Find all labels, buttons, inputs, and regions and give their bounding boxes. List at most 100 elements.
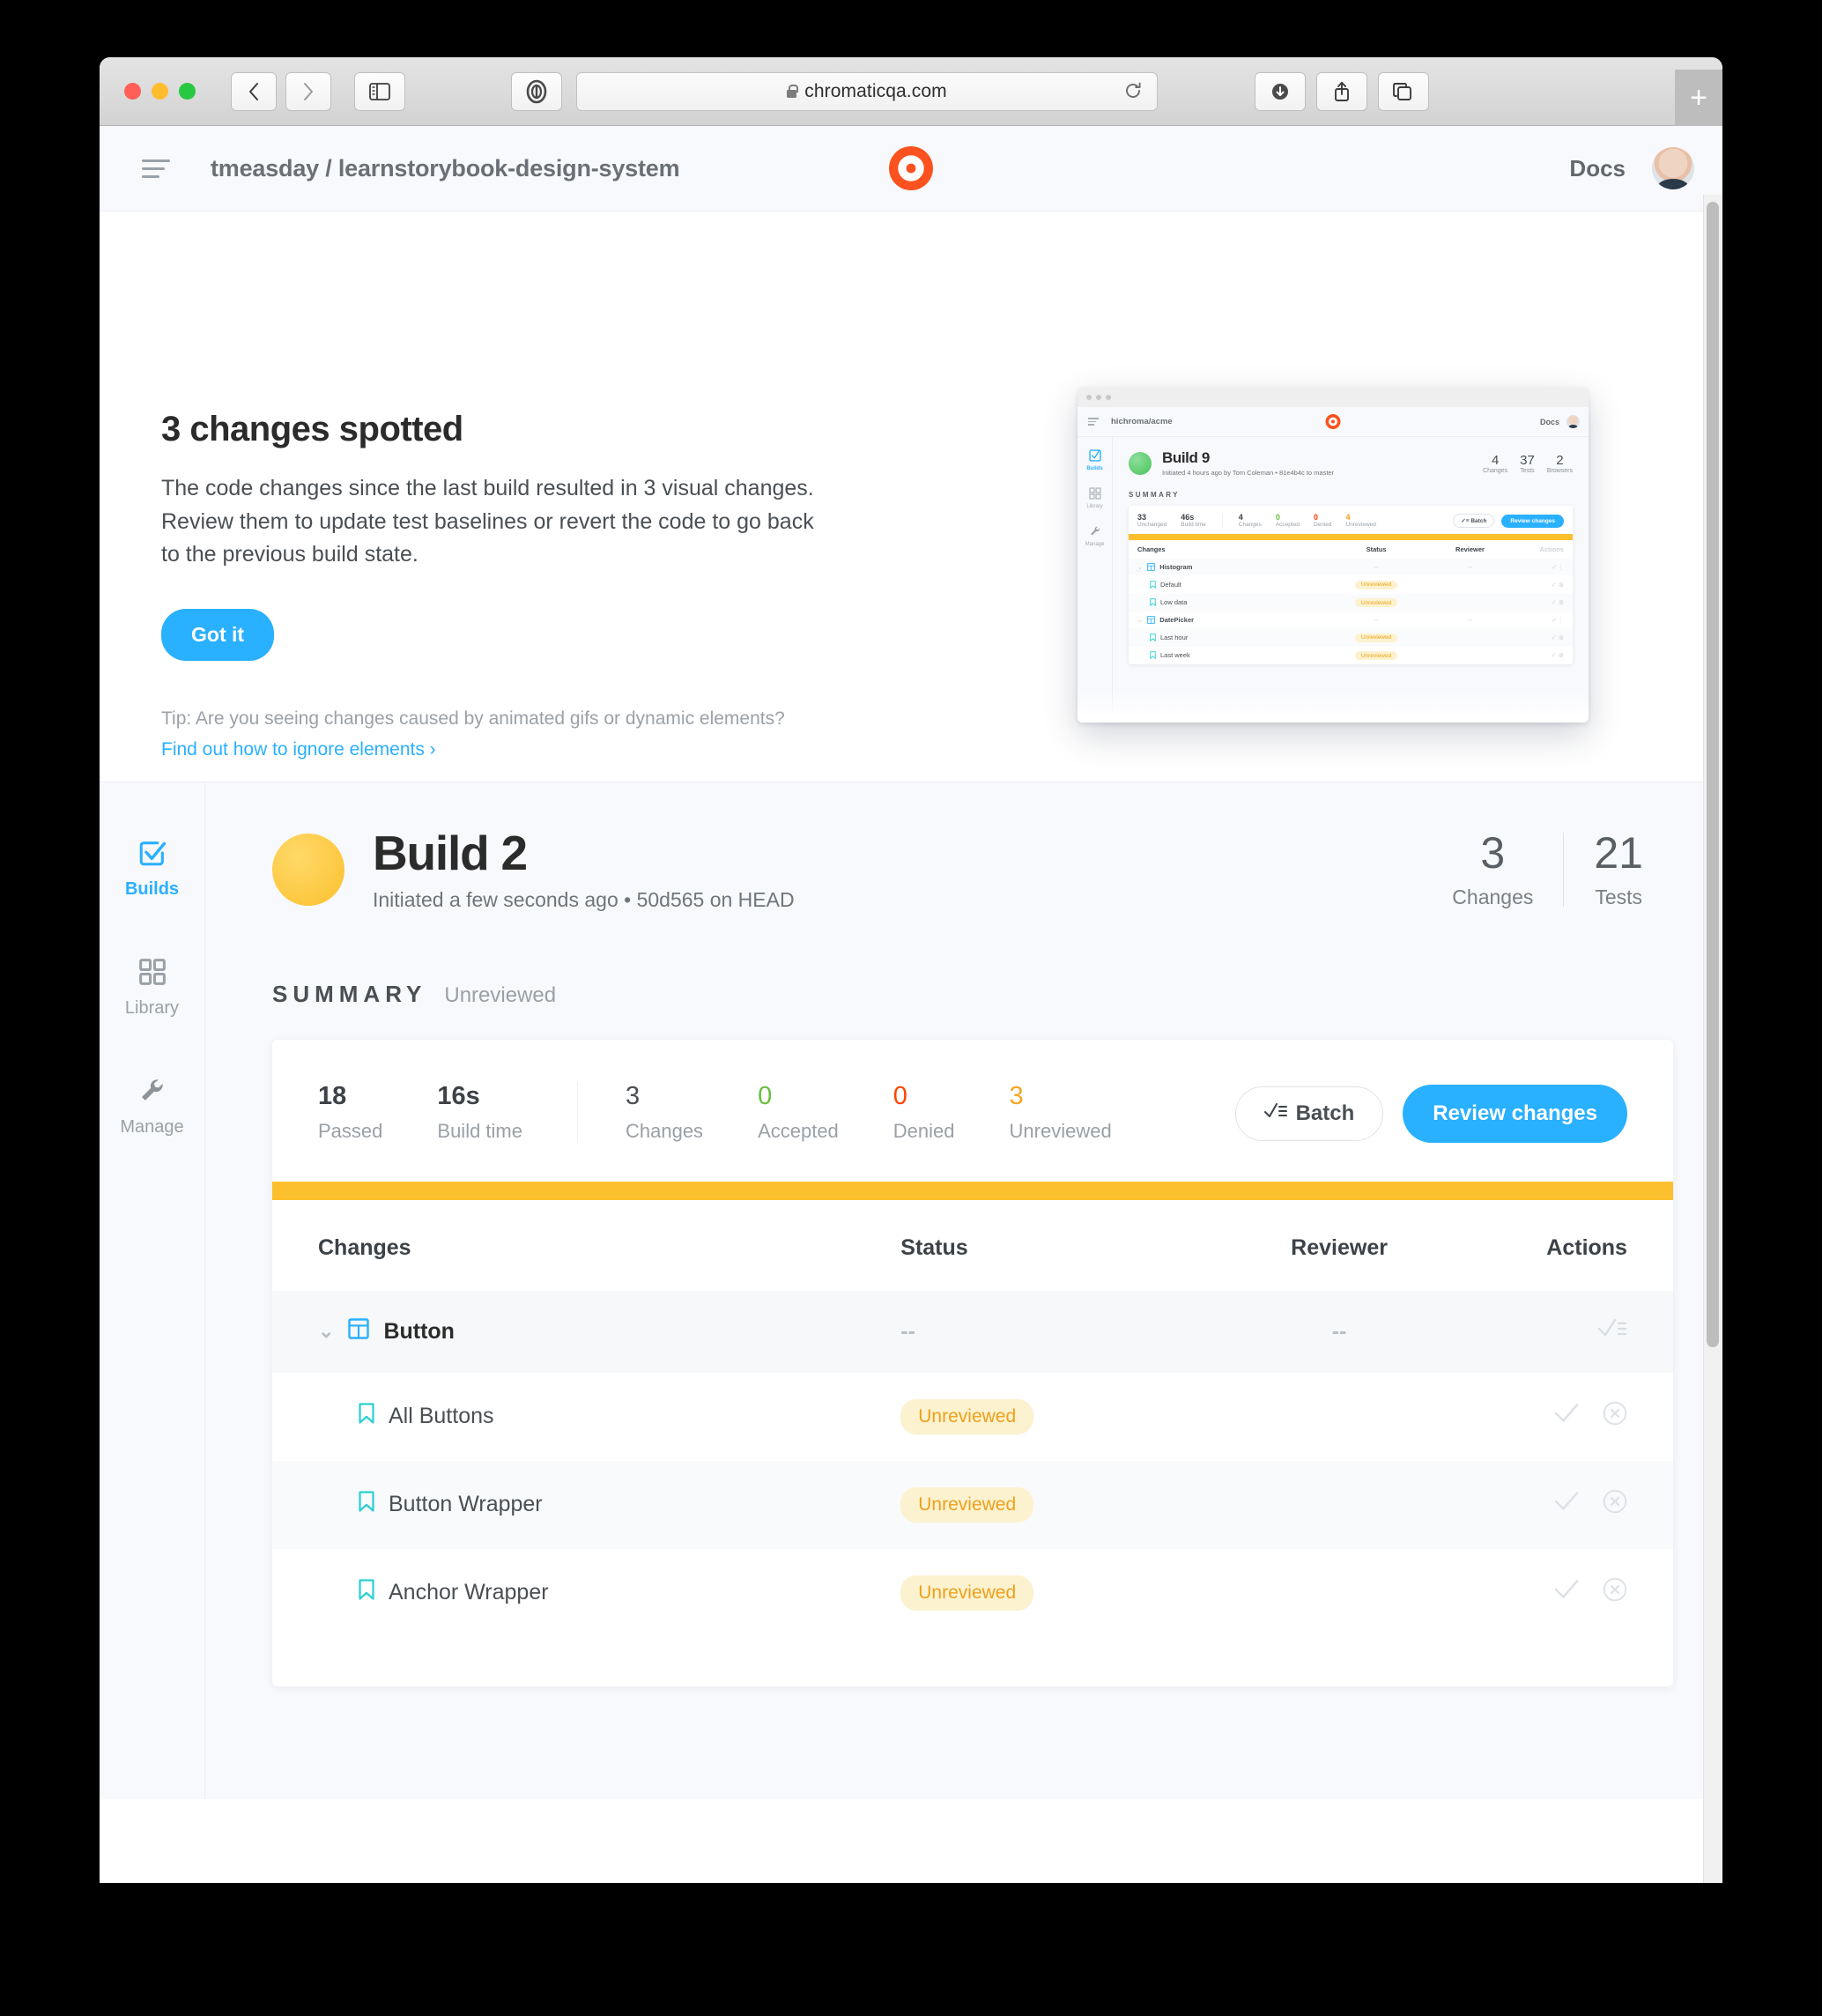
preview-app-header: hichroma/acme Docs bbox=[1078, 407, 1589, 437]
preview-sidebar: Builds Library Manage bbox=[1078, 437, 1113, 723]
deny-icon[interactable] bbox=[1603, 1401, 1627, 1432]
preview-header-right: Docs bbox=[1540, 415, 1580, 428]
row-name: Button bbox=[383, 1318, 455, 1344]
preview-row-name-cell: Last hour bbox=[1137, 634, 1325, 641]
summary-heading-text: SUMMARY bbox=[272, 980, 427, 1007]
deny-icon[interactable] bbox=[1603, 1489, 1627, 1520]
metric-value: 0 bbox=[892, 1081, 907, 1110]
column-header-changes: Changes bbox=[318, 1234, 411, 1260]
preview-build-stats: 4 Changes 37 Tests 2 Browsers bbox=[1483, 453, 1573, 474]
preview-batch-button: ✓≡ Batch bbox=[1453, 514, 1495, 528]
preview-col-reviewer: Reviewer bbox=[1455, 545, 1485, 553]
ignore-elements-link[interactable]: Find out how to ignore elements › bbox=[161, 736, 436, 764]
metric-value: 16s bbox=[437, 1081, 480, 1110]
metric-accepted: 0 Accepted bbox=[758, 1082, 839, 1143]
summary-state: Unreviewed bbox=[444, 982, 557, 1007]
sidebar-item-manage[interactable]: Manage bbox=[100, 1073, 204, 1138]
maximize-window-button[interactable] bbox=[179, 83, 196, 100]
window-controls bbox=[124, 83, 196, 100]
summary-metrics-row: 18 Passed 16s Build time 3 Changes 0 Acc… bbox=[272, 1040, 1673, 1182]
sidebar-item-builds[interactable]: Builds bbox=[100, 835, 204, 900]
sidebar-item-library[interactable]: Library bbox=[100, 954, 204, 1019]
app-viewport: tmeasday / learnstorybook-design-system bbox=[100, 126, 1722, 1883]
preview-table-row: Default Unreviewed ✓ ⊗ bbox=[1129, 575, 1573, 594]
preview-metric: 46s Build time bbox=[1181, 513, 1206, 528]
preview-metric: 4 Changes bbox=[1239, 513, 1262, 528]
grid-icon bbox=[100, 954, 204, 989]
preview-table-row: ⌄ Histogram -- -- ✓⋮ bbox=[1129, 559, 1573, 575]
accept-icon[interactable] bbox=[1553, 1491, 1580, 1518]
review-changes-button[interactable]: Review changes bbox=[1403, 1084, 1627, 1143]
scrollbar-thumb[interactable] bbox=[1707, 202, 1719, 1347]
bookmark-icon bbox=[1150, 598, 1156, 607]
preview-summary-card: 33 Unchanged 46s Build time 4 Changes 0 … bbox=[1129, 506, 1573, 664]
show-sidebar-button[interactable] bbox=[354, 71, 405, 111]
metric-label: Denied bbox=[892, 1119, 955, 1142]
preview-metric-label: Unreviewed bbox=[1345, 522, 1376, 528]
batch-accept-icon[interactable] bbox=[1597, 1317, 1627, 1346]
forward-button[interactable] bbox=[285, 71, 331, 111]
accent-stripe bbox=[272, 1181, 1673, 1200]
preview-stat-label: Browsers bbox=[1546, 467, 1573, 474]
preview-stat: 4 Changes bbox=[1483, 453, 1507, 474]
reader-view-button[interactable] bbox=[511, 71, 562, 111]
build-status-indicator bbox=[272, 834, 344, 907]
preview-menu-icon bbox=[1088, 418, 1099, 426]
preview-chromatic-logo-icon bbox=[1325, 414, 1341, 429]
preview-table-row: ⌄ DatePicker -- -- ✓⋮ bbox=[1129, 611, 1573, 628]
sidebar-item-label: Library bbox=[124, 998, 180, 1018]
preview-row-name-cell: ⌄ Histogram bbox=[1137, 563, 1325, 571]
downloads-icon[interactable] bbox=[1255, 71, 1306, 111]
deny-icon[interactable] bbox=[1603, 1577, 1627, 1608]
table-row[interactable]: ⌄ Button -- -- bbox=[272, 1290, 1673, 1373]
reload-icon[interactable] bbox=[1123, 81, 1143, 105]
build-stat-value: 21 bbox=[1594, 827, 1643, 878]
preview-metric: 0 Denied bbox=[1314, 513, 1332, 528]
row-name: Button Wrapper bbox=[389, 1492, 543, 1517]
component-icon bbox=[348, 1318, 370, 1345]
preview-row-name: Last hour bbox=[1160, 633, 1189, 641]
metric-label: Changes bbox=[625, 1119, 704, 1142]
avatar[interactable] bbox=[1652, 147, 1694, 189]
breadcrumb[interactable]: tmeasday / learnstorybook-design-system bbox=[211, 155, 680, 182]
minimize-window-button[interactable] bbox=[152, 83, 168, 100]
accept-icon[interactable] bbox=[1553, 1403, 1580, 1430]
build-content: Build 2 Initiated a few seconds ago • 50… bbox=[205, 782, 1722, 1799]
table-row[interactable]: All Buttons Unreviewed bbox=[272, 1373, 1673, 1461]
preview-stat-value: 4 bbox=[1491, 452, 1500, 468]
new-tab-button[interactable]: + bbox=[1675, 70, 1722, 126]
address-bar[interactable]: chromaticqa.com bbox=[576, 71, 1158, 111]
back-button[interactable] bbox=[231, 71, 277, 111]
menu-icon[interactable] bbox=[142, 159, 170, 178]
preview-row-name-cell: ⌄ DatePicker bbox=[1137, 616, 1325, 624]
preview-col-actions: Actions bbox=[1539, 545, 1564, 553]
card-bottom-spacer bbox=[272, 1637, 1673, 1686]
chevron-down-icon[interactable]: ⌄ bbox=[318, 1320, 334, 1343]
row-actions bbox=[1470, 1317, 1627, 1346]
share-icon[interactable] bbox=[1316, 71, 1367, 111]
show-all-tabs-icon[interactable] bbox=[1378, 71, 1429, 111]
preview-col-status: Status bbox=[1366, 545, 1387, 553]
accept-icon[interactable] bbox=[1553, 1579, 1580, 1606]
preview-row-name: Default bbox=[1160, 580, 1181, 589]
row-actions bbox=[1470, 1577, 1627, 1608]
preview-row-status: Unreviewed bbox=[1325, 633, 1427, 642]
build-stat-changes: 3 Changes bbox=[1422, 831, 1563, 909]
metric-value: 3 bbox=[1009, 1081, 1024, 1110]
preview-row-status: -- bbox=[1374, 616, 1379, 624]
preview-metric-value: 4 bbox=[1345, 513, 1351, 522]
close-window-button[interactable] bbox=[124, 83, 141, 100]
batch-button[interactable]: Batch bbox=[1234, 1086, 1384, 1141]
preview-build-header: Build 9 Initiated 4 hours ago by Tom Col… bbox=[1129, 449, 1573, 477]
page-title: Build 2 bbox=[373, 826, 528, 880]
got-it-button[interactable]: Got it bbox=[161, 608, 275, 661]
table-row[interactable]: Anchor Wrapper Unreviewed bbox=[272, 1549, 1673, 1637]
table-header: Changes Status Reviewer Actions bbox=[272, 1200, 1673, 1291]
preview-fade-overlay bbox=[1078, 691, 1589, 723]
status-badge: Unreviewed bbox=[900, 1575, 1034, 1611]
preview-row-name-cell: Default bbox=[1137, 581, 1325, 589]
sidebar: Builds Library Manage bbox=[100, 782, 205, 1799]
table-row[interactable]: Button Wrapper Unreviewed bbox=[272, 1460, 1673, 1549]
docs-link[interactable]: Docs bbox=[1569, 155, 1626, 182]
promo-body: The code changes since the last build re… bbox=[161, 476, 814, 567]
